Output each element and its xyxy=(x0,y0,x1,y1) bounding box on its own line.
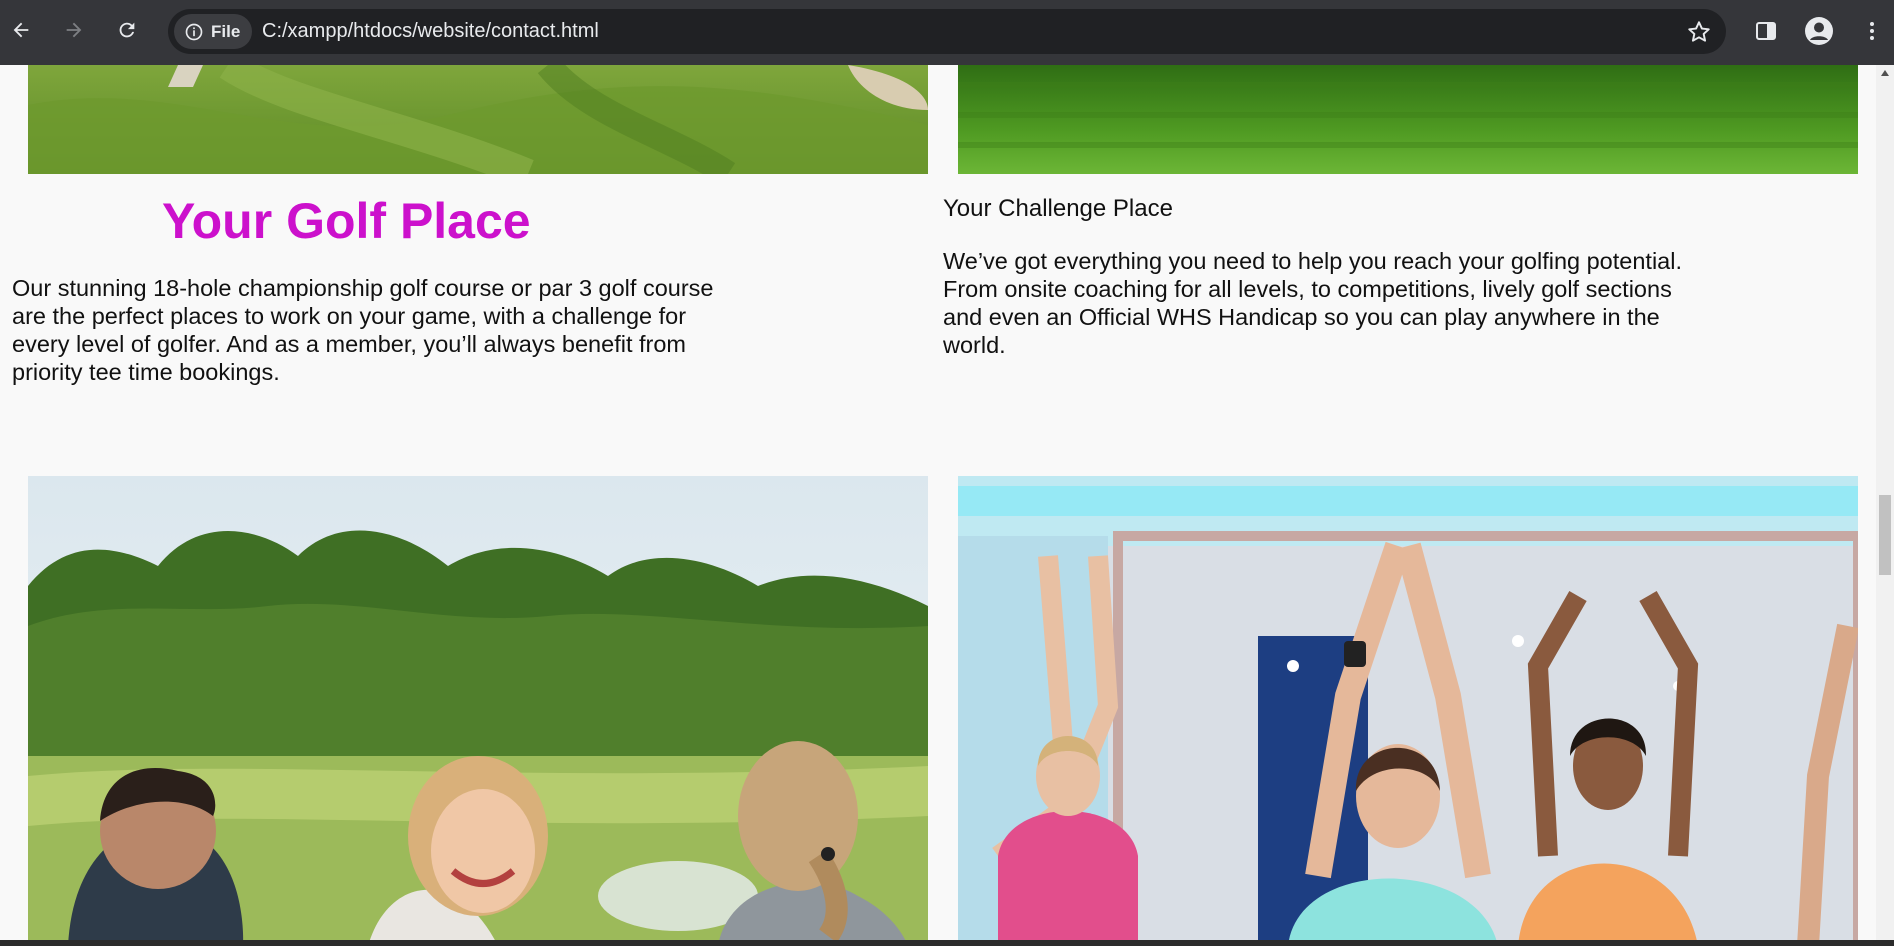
page-viewport: Your Golf Place Our stunning 18-hole cha… xyxy=(0,65,1876,946)
side-panel-icon xyxy=(1756,22,1776,40)
vertical-scrollbar[interactable] xyxy=(1876,65,1894,946)
challenge-place-description: We’ve got everything you need to help yo… xyxy=(943,248,1682,358)
url-text[interactable]: C:/xampp/htdocs/website/contact.html xyxy=(262,9,599,54)
browser-menu-button[interactable] xyxy=(1854,13,1890,49)
side-panel-button[interactable] xyxy=(1748,13,1784,49)
arrow-left-icon xyxy=(13,22,29,38)
reload-button[interactable] xyxy=(108,11,146,49)
scroll-up-arrow-icon[interactable] xyxy=(1876,65,1894,81)
site-info-chip[interactable]: File xyxy=(174,14,253,49)
challenge-place-heading: Your Challenge Place xyxy=(943,195,1173,222)
reload-icon xyxy=(119,22,135,38)
taskbar-edge xyxy=(0,940,1894,946)
grass-image xyxy=(958,65,1858,174)
profile-button[interactable] xyxy=(1801,13,1837,49)
forward-button[interactable] xyxy=(55,11,93,49)
yoga-class-image xyxy=(958,476,1858,946)
golfers-chatting-image xyxy=(28,476,928,946)
star-icon[interactable] xyxy=(1686,19,1712,45)
golf-course-image xyxy=(28,65,928,174)
profile-icon xyxy=(1805,17,1833,45)
golf-place-heading: Your Golf Place xyxy=(162,193,531,249)
info-icon xyxy=(185,23,203,40)
back-button[interactable] xyxy=(2,11,40,49)
scrollbar-thumb[interactable] xyxy=(1879,495,1891,575)
browser-toolbar: File C:/xampp/htdocs/website/contact.htm… xyxy=(0,0,1894,65)
kebab-menu-icon xyxy=(1870,22,1874,40)
golf-place-description: Our stunning 18-hole championship golf c… xyxy=(12,275,714,385)
site-chip-label: File xyxy=(211,21,241,41)
arrow-right-icon xyxy=(66,22,82,38)
address-bar[interactable]: File C:/xampp/htdocs/website/contact.htm… xyxy=(168,9,1726,54)
